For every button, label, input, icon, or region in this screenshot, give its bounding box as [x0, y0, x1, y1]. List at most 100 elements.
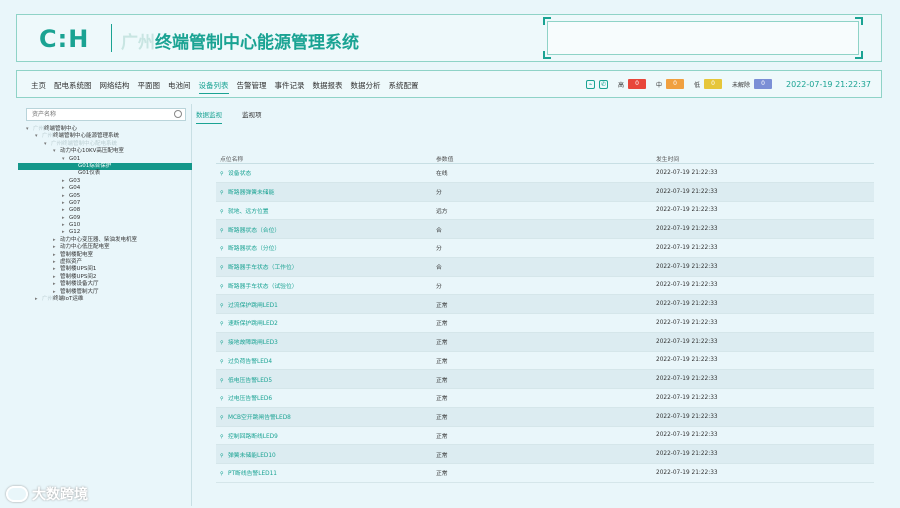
alarm-level-label: 未解除	[732, 81, 751, 89]
nav-item[interactable]: 系统配置	[389, 80, 419, 94]
corner-decor	[543, 51, 551, 59]
nav-item[interactable]: 事件记录	[275, 80, 305, 94]
tree-node[interactable]: ▸ 管制楼管制大厅	[18, 289, 192, 296]
table-row[interactable]: ⚲ 过流保护跳闸LED1 正常 2022-07-19 21:22:33	[216, 295, 874, 314]
tree-node[interactable]: ▾ G01	[18, 156, 192, 163]
tree-node[interactable]: ▸ G12	[18, 229, 192, 236]
chevron-down-icon[interactable]: ▾	[44, 141, 51, 148]
chevron-down-icon[interactable]: ▾	[53, 148, 60, 155]
table-row[interactable]: ⚲ MCB空开跳闸告警LED8 正常 2022-07-19 21:22:33	[216, 407, 874, 427]
chevron-down-icon[interactable]: ▾	[26, 126, 33, 133]
timestamp-cell: 2022-07-19 21:22:33	[656, 394, 718, 401]
table-row[interactable]: ⚲ 过负荷告警LED4 正常 2022-07-19 21:22:33	[216, 352, 874, 371]
tree-node-label: 终端管制中心能源管理系统	[53, 133, 120, 140]
table-row[interactable]: ⚲ 控制回路断线LED9 正常 2022-07-19 21:22:33	[216, 427, 874, 446]
table-row[interactable]: ⚲ 断路器手车状态（工作位） 合 2022-07-19 21:22:33	[216, 257, 874, 277]
alarm-count-badge[interactable]: 0	[754, 79, 773, 89]
nav-item[interactable]: 数据报表	[313, 80, 343, 94]
nav-item[interactable]: 平面图	[138, 80, 161, 94]
search-input[interactable]	[27, 109, 167, 120]
tree-node[interactable]: ▾ 广州终端管制中心能源管理系统	[18, 133, 192, 140]
chevron-right-icon[interactable]: ▸	[62, 193, 69, 200]
point-icon: ⚲	[220, 283, 224, 290]
chevron-right-icon[interactable]: ▸	[53, 266, 60, 273]
link-icon[interactable]: ⌁	[585, 79, 595, 89]
chevron-right-icon[interactable]: ▸	[62, 229, 69, 236]
tree-node[interactable]: ▸ G08	[18, 207, 192, 214]
timestamp-cell: 2022-07-19 21:22:33	[656, 376, 718, 383]
chevron-right-icon[interactable]: ▸	[62, 178, 69, 185]
watermark-text: 大数跨境	[32, 487, 88, 503]
chevron-right-icon[interactable]: ▸	[53, 281, 60, 288]
table-row[interactable]: ⚲ 断路器弹簧未储能 分 2022-07-19 21:22:33	[216, 182, 874, 202]
chevron-right-icon[interactable]: ▸	[62, 222, 69, 229]
tree-node[interactable]: ▸ G05	[18, 193, 192, 200]
tree-node-prefix: 广州	[42, 133, 54, 140]
app-title: 广州终端管制中心能源管理系统	[121, 28, 359, 53]
tree-node-prefix: 广州	[42, 295, 54, 302]
alarm-count-badge[interactable]: 0	[666, 79, 684, 89]
nav-item[interactable]: 数据分析	[351, 80, 381, 94]
chevron-right-icon[interactable]: ▸	[35, 296, 42, 303]
chevron-right-icon[interactable]: ▸	[53, 244, 60, 251]
table-row[interactable]: ⚲ PT断线告警LED11 正常 2022-07-19 21:22:33	[216, 464, 874, 483]
phone-icon[interactable]: ✆	[598, 79, 608, 89]
tree-node[interactable]: ▸ 动力中心低压配电室	[18, 244, 192, 251]
nav-item[interactable]: 主页	[31, 80, 46, 94]
tree-node[interactable]: ▸ G03	[18, 178, 192, 185]
search-icon[interactable]	[174, 110, 182, 118]
nav-item[interactable]: 设备列表	[198, 80, 229, 94]
tree-node[interactable]: G01综合保护	[18, 162, 192, 171]
tree-node[interactable]: ▾ 动力中心10KV高压配电室	[18, 148, 192, 155]
chevron-right-icon[interactable]: ▸	[53, 237, 60, 244]
tree-node[interactable]: ▸ 管制楼UPS间1	[18, 266, 192, 273]
chevron-right-icon[interactable]: ▸	[53, 252, 60, 259]
chevron-right-icon[interactable]: ▸	[53, 289, 60, 296]
tab[interactable]: 数据监视	[196, 109, 222, 124]
header-info-panel	[547, 21, 859, 55]
table-row[interactable]: ⚲ 断路器状态（分位） 分 2022-07-19 21:22:33	[216, 239, 874, 258]
table-row[interactable]: ⚲ 断路器手车状态（试验位） 分 2022-07-19 21:22:33	[216, 277, 874, 296]
timestamp-cell: 2022-07-19 21:22:33	[656, 338, 718, 345]
table-row[interactable]: ⚲ 就地、远方位置 远方 2022-07-19 21:22:33	[216, 202, 874, 221]
tree-node[interactable]: ▸ G10	[18, 222, 192, 229]
tab[interactable]: 监视项	[242, 109, 262, 124]
table-row[interactable]: ⚲ 过电压告警LED6 正常 2022-07-19 21:22:33	[216, 389, 874, 408]
tree-node-prefix: 广州终端管制中心配电系统	[51, 140, 118, 147]
tree-node[interactable]: ▸ 虚拟资产	[18, 259, 192, 266]
tree-node[interactable]: ▸ G04	[18, 185, 192, 192]
title-prefix: 广州	[121, 33, 155, 53]
asset-search[interactable]	[26, 108, 186, 121]
chevron-right-icon[interactable]: ▸	[53, 274, 60, 281]
point-name-cell: ⚲ 接地故障跳闸LED3	[216, 337, 436, 346]
table-row[interactable]: ⚲ 断路器状态（合位） 合 2022-07-19 21:22:33	[216, 220, 874, 239]
param-value-cell: 分	[436, 283, 442, 290]
table-row[interactable]: ⚲ 低电压告警LED5 正常 2022-07-19 21:22:33	[216, 370, 874, 389]
chevron-right-icon[interactable]: ▸	[53, 259, 60, 266]
tree-node[interactable]: ▸ G07	[18, 200, 192, 207]
nav-item[interactable]: 配电系统图	[54, 80, 92, 94]
nav-item[interactable]: 告警管理	[237, 80, 267, 94]
tree-node[interactable]: ▸ 管制楼设备大厅	[18, 281, 192, 288]
nav-item[interactable]: 电池间	[168, 80, 191, 94]
tree-node[interactable]: ▸ 管制楼UPS间2	[18, 274, 192, 281]
chevron-down-icon[interactable]: ▾	[62, 156, 69, 163]
tree-node[interactable]: G01仪表	[18, 170, 192, 177]
chevron-right-icon[interactable]: ▸	[62, 185, 69, 192]
tree-node-prefix: 广州	[33, 126, 45, 132]
tree-node[interactable]: ▸ 管制楼配电室	[18, 252, 192, 259]
chevron-down-icon[interactable]: ▾	[35, 133, 42, 140]
table-row[interactable]: ⚲ 接地故障跳闸LED3 正常 2022-07-19 21:22:33	[216, 332, 874, 352]
table-row[interactable]: ⚲ 速断保护跳闸LED2 正常 2022-07-19 21:22:33	[216, 314, 874, 333]
tree-node-label: G05	[69, 192, 81, 199]
chevron-right-icon[interactable]: ▸	[62, 207, 69, 214]
alarm-count-badge[interactable]: 0	[627, 79, 646, 89]
tree-node[interactable]: ▸ G09	[18, 215, 192, 222]
chevron-right-icon[interactable]: ▸	[62, 200, 69, 207]
tree-node[interactable]: ▸ 广州终端IoT运维	[18, 296, 192, 303]
nav-item[interactable]: 网络结构	[100, 80, 130, 94]
table-row[interactable]: ⚲ 设备状态 在线 2022-07-19 21:22:33	[216, 164, 874, 183]
table-row[interactable]: ⚲ 弹簧未储能LED10 正常 2022-07-19 21:22:33	[216, 445, 874, 464]
chevron-right-icon[interactable]: ▸	[62, 215, 69, 222]
alarm-count-badge[interactable]: 0	[704, 79, 723, 89]
